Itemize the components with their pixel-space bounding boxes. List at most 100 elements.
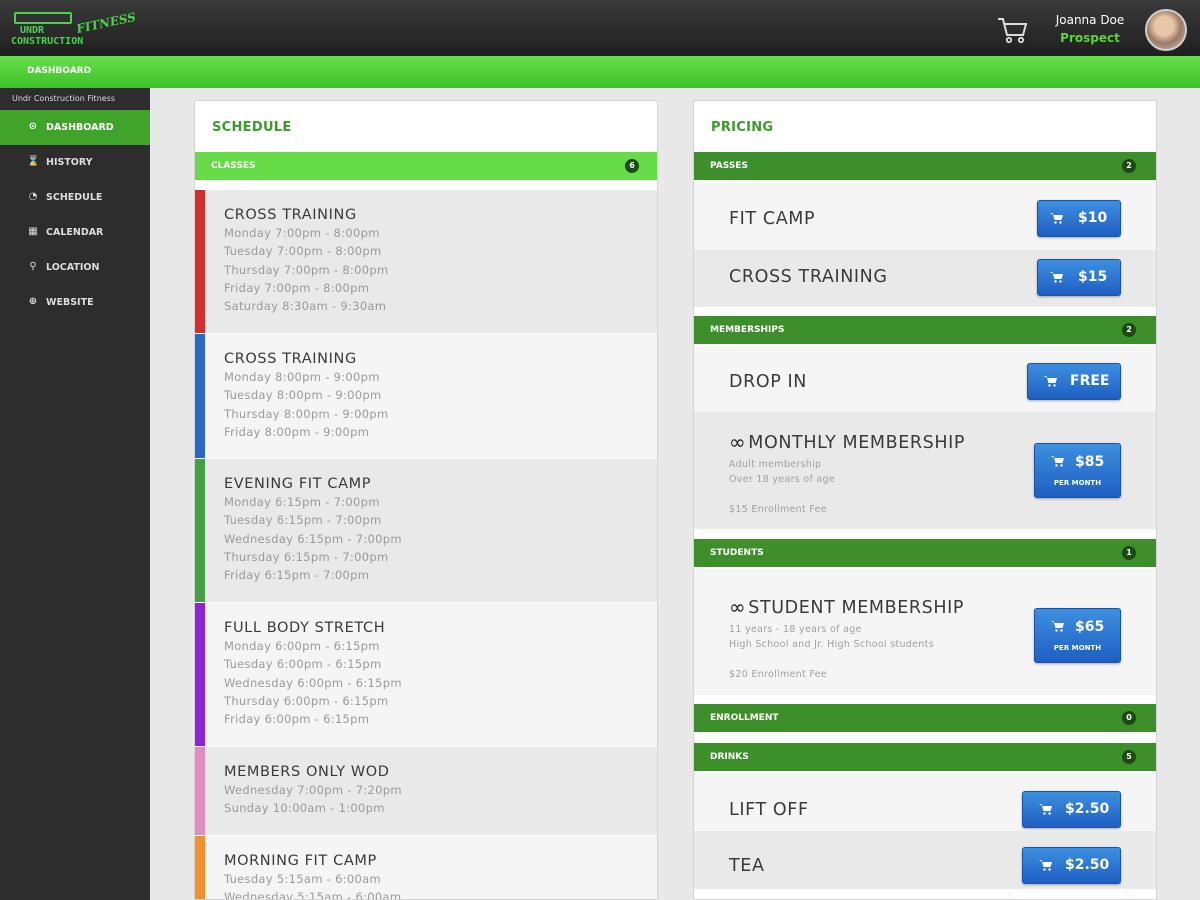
class-name: MORNING FIT CAMP	[224, 853, 377, 869]
pricing-section-memberships[interactable]: MEMBERSHIPS 2	[694, 316, 1156, 344]
section-label: ENROLLMENT	[710, 713, 779, 723]
sidebar-item-label: SCHEDULE	[46, 192, 103, 203]
breadcrumb-bar: DASHBOARD	[0, 56, 1200, 88]
class-color-stripe	[195, 603, 205, 746]
user-role: Prospect	[1060, 31, 1120, 45]
cart-icon	[1051, 620, 1065, 635]
buy-button[interactable]: $10	[1037, 200, 1121, 237]
class-time: Tuesday 8:00pm - 9:00pm	[224, 388, 382, 403]
cart-icon	[1050, 212, 1064, 227]
class-time: Wednesday 5:15am - 6:00am	[224, 890, 402, 900]
buy-button-price: $85	[1075, 454, 1105, 470]
class-time: Thursday 6:15pm - 7:00pm	[224, 549, 389, 564]
price-item: ∞ STUDENT MEMBERSHIP 11 years - 18 years o…	[694, 569, 1156, 695]
buy-button-price: $65	[1075, 619, 1105, 635]
sidebar-item-schedule[interactable]: ◔ SCHEDULE	[0, 180, 150, 215]
class-card[interactable]: CROSS TRAINING Monday 8:00pm - 9:00pm Tues…	[195, 334, 657, 458]
class-card[interactable]: MORNING FIT CAMP Tuesday 5:15am - 6:00am W…	[195, 836, 657, 900]
class-time: Friday 6:15pm - 7:00pm	[224, 568, 370, 583]
pricing-section-students[interactable]: STUDENTS 1	[694, 539, 1156, 567]
cart-icon	[1044, 375, 1058, 390]
price-item: CROSS TRAINING $15	[694, 250, 1156, 307]
price-item-desc1: Adult membership	[729, 459, 822, 470]
class-color-stripe	[195, 836, 205, 899]
breadcrumb[interactable]: DASHBOARD	[27, 66, 91, 76]
logo-word-3: FITNESS	[75, 9, 138, 37]
buy-button-price: $10	[1078, 210, 1108, 226]
sidebar-item-history[interactable]: ⌛ HISTORY	[0, 145, 150, 180]
section-label: STUDENTS	[710, 548, 764, 558]
class-name: CROSS TRAINING	[224, 351, 357, 367]
infinity-icon: ∞	[729, 430, 747, 454]
buy-button[interactable]: FREE	[1027, 363, 1121, 400]
sidebar-item-calendar[interactable]: ▦ CALENDAR	[0, 215, 150, 250]
price-item-name: DROP IN	[729, 372, 807, 392]
class-time: Monday 6:15pm - 7:00pm	[224, 495, 380, 509]
sidebar-item-label: CALENDAR	[46, 227, 104, 238]
logo-badge: UNDR CONSTRUCTION	[10, 8, 83, 52]
price-item-label: FIT CAMP	[729, 209, 816, 229]
price-item-label: STUDENT MEMBERSHIP	[748, 598, 965, 618]
sidebar-item-location[interactable]: ⚲ LOCATION	[0, 250, 150, 285]
class-time: Thursday 7:00pm - 8:00pm	[224, 262, 389, 277]
pricing-title: PRICING	[711, 120, 774, 135]
buy-button-price: $2.50	[1065, 857, 1110, 873]
sidebar-item-label: HISTORY	[46, 157, 93, 168]
class-time: Friday 8:00pm - 9:00pm	[224, 424, 370, 439]
buy-button-period: PER MONTH	[1053, 479, 1102, 487]
section-count-badge: 6	[625, 159, 639, 173]
class-time: Friday 7:00pm - 8:00pm	[224, 280, 370, 295]
sidebar-item-label: DASHBOARD	[46, 122, 114, 133]
price-item: DROP IN FREE	[694, 346, 1156, 412]
section-label: MEMBERSHIPS	[710, 325, 785, 335]
price-item: TEA $2.50	[694, 831, 1156, 889]
buy-button[interactable]: $85 PER MONTH	[1034, 443, 1121, 498]
logo-word-1: UNDR	[20, 25, 45, 36]
sidebar-item-website[interactable]: ⊕ WEBSITE	[0, 285, 150, 320]
calendar-icon: ▦	[28, 226, 38, 237]
sidebar-item-dashboard[interactable]: ⊙ DASHBOARD	[0, 110, 150, 145]
class-card[interactable]: CROSS TRAINING Monday 7:00pm - 8:00pm Tues…	[195, 190, 657, 333]
buy-button[interactable]: $2.50	[1022, 847, 1121, 884]
class-card[interactable]: EVENING FIT CAMP Monday 6:15pm - 7:00pm Tu…	[195, 459, 657, 602]
classes-section-header[interactable]: CLASSES 6	[195, 152, 657, 180]
section-label: PASSES	[710, 161, 748, 171]
sidebar-gym-name: Undr Construction Fitness	[12, 94, 116, 103]
buy-button[interactable]: $2.50	[1022, 791, 1121, 828]
price-item-label: LIFT OFF	[729, 800, 809, 820]
sidebar: Undr Construction Fitness ⊙ DASHBOARD ⌛ HIS…	[0, 88, 150, 900]
buy-button-price: $15	[1078, 269, 1108, 285]
buy-button-price: FREE	[1070, 373, 1110, 389]
class-time: Wednesday 7:00pm - 7:20pm	[224, 783, 402, 797]
pricing-section-passes[interactable]: PASSES 2	[694, 152, 1156, 180]
class-time: Thursday 6:00pm - 6:15pm	[224, 693, 389, 708]
class-time: Wednesday 6:00pm - 6:15pm	[224, 675, 402, 690]
price-item-desc2: Over 18 years of age	[729, 474, 836, 485]
sidebar-item-label: LOCATION	[46, 262, 100, 273]
pricing-section-drinks[interactable]: DRINKS 5	[694, 743, 1156, 771]
gym-logo[interactable]: UNDR CONSTRUCTION FITNESS	[10, 6, 140, 52]
price-item-name: ∞ STUDENT MEMBERSHIP	[729, 595, 964, 619]
section-count-badge: 1	[1122, 546, 1136, 560]
cart-icon	[1051, 455, 1065, 470]
cart-icon	[1050, 271, 1064, 286]
section-count-badge: 5	[1122, 750, 1136, 764]
price-item-name: ∞ MONTHLY MEMBERSHIP	[729, 430, 965, 454]
class-card[interactable]: MEMBERS ONLY WOD Wednesday 7:00pm - 7:20p…	[195, 747, 657, 835]
cart-icon	[1039, 859, 1053, 874]
pricing-panel: PRICING PASSES 2 FIT CAMP $10 CROSS TRAINING…	[693, 100, 1157, 900]
class-time: Tuesday 6:00pm - 6:15pm	[224, 657, 382, 672]
user-name[interactable]: Joanna Doe	[1040, 13, 1140, 27]
shopping-cart-icon[interactable]	[996, 16, 1028, 44]
avatar[interactable]	[1145, 9, 1187, 51]
price-item: LIFT OFF $2.50	[694, 773, 1156, 831]
buy-button[interactable]: $65 PER MONTH	[1034, 608, 1121, 663]
class-time: Friday 6:00pm - 6:15pm	[224, 712, 370, 727]
pricing-section-enrollment[interactable]: ENROLLMENT 0	[694, 704, 1156, 732]
class-name: EVENING FIT CAMP	[224, 476, 372, 492]
schedule-panel: SCHEDULE CLASSES 6 CROSS TRAINING Monday …	[194, 100, 658, 900]
hourglass-icon: ⌛	[27, 156, 40, 167]
class-card[interactable]: FULL BODY STRETCH Monday 6:00pm - 6:15pm T…	[195, 603, 657, 746]
buy-button[interactable]: $15	[1037, 259, 1121, 296]
class-name: MEMBERS ONLY WOD	[224, 764, 390, 780]
